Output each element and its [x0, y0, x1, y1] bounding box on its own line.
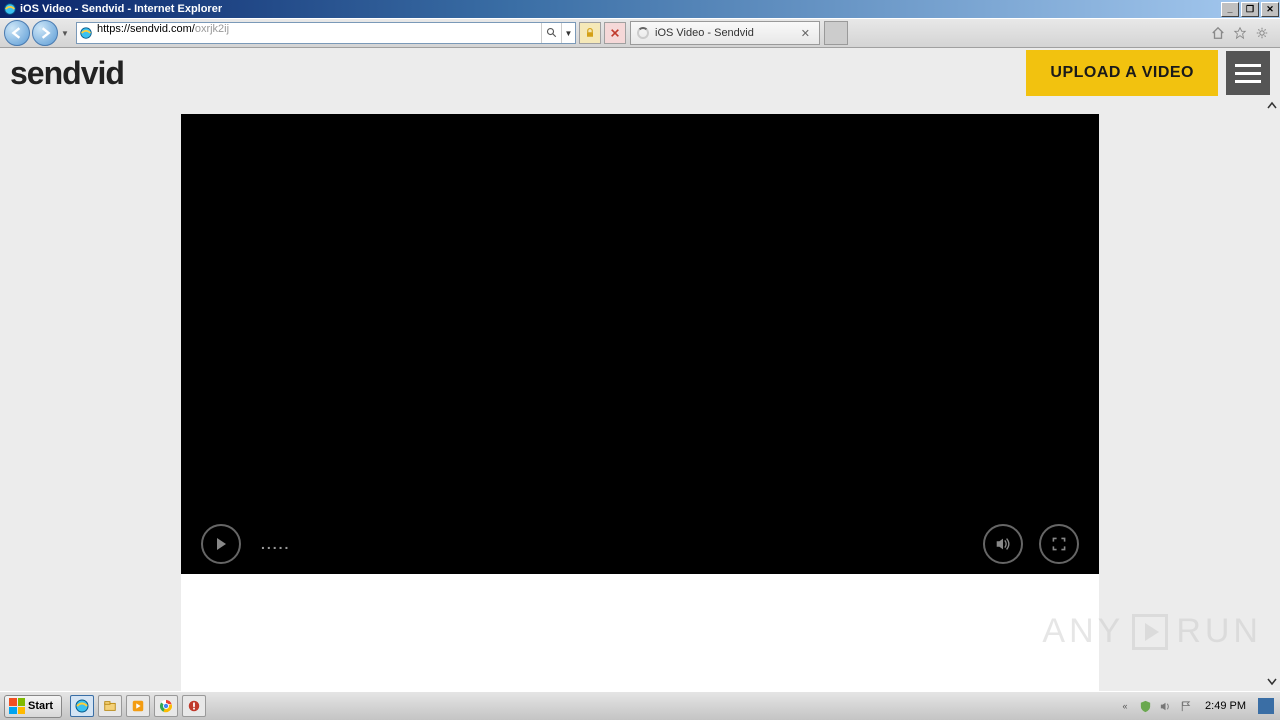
site-header: sendvid UPLOAD A VIDEO: [0, 48, 1280, 98]
browser-toolbar: ▼ https://sendvid.com/oxrjk2ij ▼ iOS Vid…: [0, 18, 1280, 48]
watermark-play-icon: [1132, 614, 1168, 650]
menu-button[interactable]: [1226, 51, 1270, 95]
windows-logo-icon: [9, 698, 25, 714]
video-controls: .....: [181, 524, 1099, 564]
tray-shield-icon[interactable]: [1137, 698, 1153, 714]
url-input[interactable]: https://sendvid.com/oxrjk2ij: [95, 23, 541, 43]
tray-volume-icon[interactable]: [1157, 698, 1173, 714]
hamburger-icon: [1235, 64, 1261, 67]
tray-expand-icon[interactable]: «: [1117, 698, 1133, 714]
time-display: .....: [261, 536, 290, 552]
fullscreen-button[interactable]: [1039, 524, 1079, 564]
nav-history-dropdown[interactable]: ▼: [60, 23, 70, 43]
show-desktop-button[interactable]: [1258, 698, 1274, 714]
video-container: .....: [181, 114, 1099, 691]
volume-button[interactable]: [983, 524, 1023, 564]
taskbar-app-icon[interactable]: [182, 695, 206, 717]
window-titlebar: iOS Video - Sendvid - Internet Explorer …: [0, 0, 1280, 18]
tray-flag-icon[interactable]: [1177, 698, 1193, 714]
taskbar: Start « 2:49 PM: [0, 691, 1280, 720]
taskbar-clock[interactable]: 2:49 PM: [1199, 700, 1252, 712]
system-tray: « 2:49 PM: [1117, 692, 1280, 720]
url-host: https://sendvid.com/: [97, 23, 195, 35]
site-icon: [77, 26, 95, 40]
taskbar-ie-icon[interactable]: [70, 695, 94, 717]
security-lock-icon[interactable]: [579, 22, 601, 44]
tab-close-button[interactable]: ✕: [798, 27, 813, 40]
home-icon[interactable]: [1210, 25, 1226, 41]
tools-gear-icon[interactable]: [1254, 25, 1270, 41]
video-info-area: [181, 574, 1099, 691]
maximize-button[interactable]: ❐: [1241, 2, 1259, 17]
stop-button[interactable]: [604, 22, 626, 44]
taskbar-media-icon[interactable]: [126, 695, 150, 717]
favorites-icon[interactable]: [1232, 25, 1248, 41]
play-button[interactable]: [201, 524, 241, 564]
close-window-button[interactable]: ✕: [1261, 2, 1279, 17]
minimize-button[interactable]: _: [1221, 2, 1239, 17]
address-dropdown[interactable]: ▼: [561, 23, 575, 43]
browser-tab[interactable]: iOS Video - Sendvid ✕: [630, 21, 820, 45]
upload-video-button[interactable]: UPLOAD A VIDEO: [1026, 50, 1218, 96]
ie-icon: [2, 1, 18, 17]
taskbar-chrome-icon[interactable]: [154, 695, 178, 717]
site-logo[interactable]: sendvid: [10, 55, 124, 92]
forward-button[interactable]: [32, 20, 58, 46]
scroll-up-button[interactable]: [1264, 98, 1280, 114]
url-path: oxrjk2ij: [195, 23, 229, 35]
back-button[interactable]: [4, 20, 30, 46]
new-tab-button[interactable]: [824, 21, 848, 45]
start-label: Start: [28, 700, 53, 712]
start-button[interactable]: Start: [4, 695, 62, 718]
scroll-down-button[interactable]: [1264, 673, 1280, 689]
page-content: sendvid UPLOAD A VIDEO .....: [0, 48, 1280, 691]
watermark-text-right: RUN: [1176, 612, 1262, 651]
window-title: iOS Video - Sendvid - Internet Explorer: [20, 3, 1219, 15]
search-icon[interactable]: [541, 23, 561, 43]
taskbar-explorer-icon[interactable]: [98, 695, 122, 717]
video-player[interactable]: .....: [181, 114, 1099, 574]
loading-spinner-icon: [637, 27, 649, 39]
tab-title: iOS Video - Sendvid: [655, 27, 798, 39]
address-bar[interactable]: https://sendvid.com/oxrjk2ij ▼: [76, 22, 576, 44]
